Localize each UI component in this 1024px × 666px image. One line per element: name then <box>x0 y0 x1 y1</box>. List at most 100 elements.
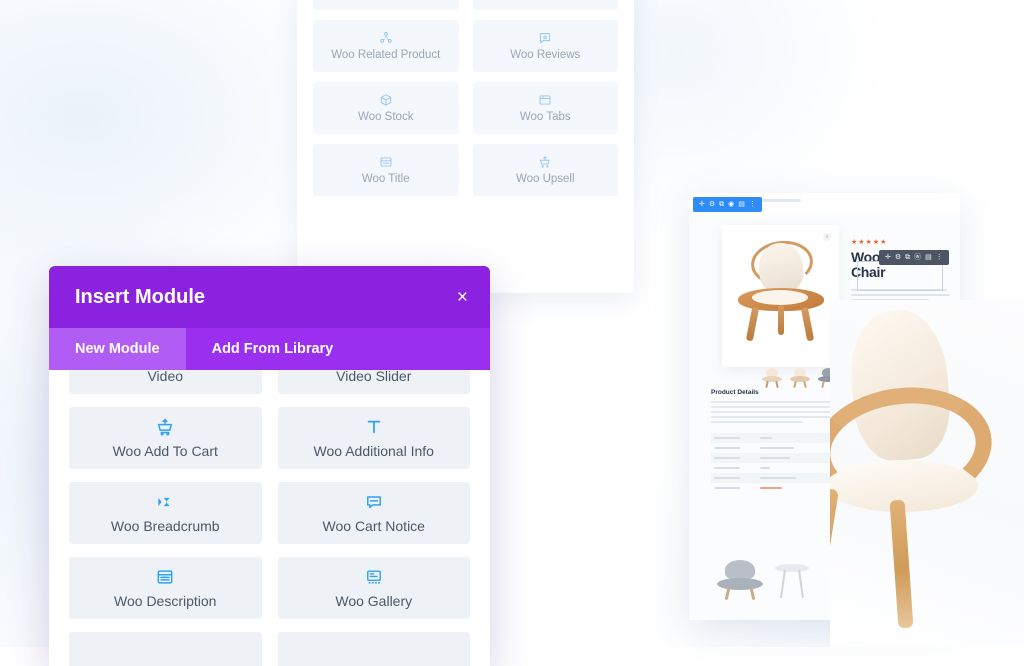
table-row <box>711 483 911 493</box>
product-rating: ★★★★★ <box>851 239 888 246</box>
preview-header-placeholder <box>761 199 801 202</box>
module-tile-woo-cart-notice[interactable]: Woo Cart Notice <box>277 482 470 544</box>
module-label: Woo Additional Info <box>313 443 434 459</box>
bg-module-tile-woo-stock[interactable]: Woo Stock <box>313 82 459 134</box>
module-label: Video Slider <box>336 370 412 384</box>
bg-module-label: Woo Upsell <box>515 173 575 185</box>
module-tile-woo-breadcrumb[interactable]: Woo Breadcrumb <box>69 482 262 544</box>
window-icon <box>538 93 552 107</box>
comment-icon <box>364 492 384 512</box>
gear-icon[interactable]: ⚙ <box>895 254 901 261</box>
module-tile-partial-left[interactable] <box>69 632 262 666</box>
dialog-tabs[interactable]: New Module Add From Library <box>49 328 490 370</box>
plus-icon[interactable]: ✛ <box>699 201 705 208</box>
module-label: Woo Cart Notice <box>322 518 425 534</box>
breadcrumb-icon <box>155 492 175 512</box>
comment-star-icon <box>538 31 552 45</box>
side-table-illustration <box>775 564 809 599</box>
app-canvas: Woo Images Woo Meta Woo Price <box>0 0 1024 666</box>
close-icon[interactable]: × <box>457 288 468 307</box>
thumbnail-3[interactable] <box>816 364 840 390</box>
module-tile-woo-additional-info[interactable]: Woo Additional Info <box>277 407 470 469</box>
bg-module-tile-woo-price[interactable]: Woo Price <box>313 0 459 10</box>
plus-icon[interactable]: ✛ <box>885 254 891 261</box>
module-tile-woo-add-to-cart[interactable]: Woo Add To Cart <box>69 407 262 469</box>
table-row <box>711 453 911 463</box>
text-block-icon <box>155 567 175 587</box>
module-tile-woo-description[interactable]: Woo Description <box>69 557 262 619</box>
cart-plus-icon <box>155 417 175 437</box>
module-label: Woo Breadcrumb <box>110 518 220 534</box>
add-to-cart-row[interactable]: ADD TO CART <box>851 369 951 385</box>
settings-circle-icon[interactable]: ◉ <box>728 201 734 208</box>
module-toolbar[interactable]: ✛ ⚙ ⧉ ⓦ ▤ ⋮ <box>879 250 949 265</box>
product-page-preview[interactable]: ✛ ⚙ ⧉ ◉ ▤ ⋮ ✛ ⚙ ⧉ ▦ ⓦ 🗑 ⋮ ⌕ <box>689 193 960 620</box>
kebab-icon[interactable]: ⋮ <box>936 254 943 261</box>
thumbnail-1[interactable] <box>760 364 784 390</box>
insert-module-dialog[interactable]: Insert Module × New Module Add From Libr… <box>49 266 490 666</box>
wand-icon[interactable]: ⓦ <box>914 254 921 261</box>
module-label: Video <box>147 370 184 384</box>
module-tile-video[interactable]: Video <box>69 370 262 394</box>
bg-module-label: Woo Related Product <box>331 49 441 61</box>
bg-module-tile-woo-title[interactable]: Woo Title <box>313 144 459 196</box>
bg-module-label: Woo Title <box>361 173 410 185</box>
option-1-select[interactable]: ▾ <box>880 334 951 345</box>
product-option-row-1[interactable]: ▾ <box>851 334 951 345</box>
share-nodes-icon <box>379 31 393 45</box>
title-decoration-frame <box>857 261 943 291</box>
module-label: Woo Gallery <box>335 593 413 609</box>
page-title: Insert Module <box>75 285 206 308</box>
duplicate-icon[interactable]: ⧉ <box>905 254 910 261</box>
kebab-icon[interactable]: ⋮ <box>749 201 756 208</box>
module-grid: Video Video Slider Woo Add To Cart Woo A… <box>69 370 470 666</box>
save-icon[interactable]: ▤ <box>925 254 932 261</box>
bg-module-tile-woo-upsell[interactable]: Woo Upsell <box>472 144 618 196</box>
text-t-icon <box>364 417 384 437</box>
add-to-cart-button[interactable]: ADD TO CART <box>869 369 951 385</box>
option-2-select[interactable]: ▾ <box>880 350 951 361</box>
thumbnail-2[interactable] <box>788 364 812 390</box>
background-module-grid: Woo Images Woo Meta Woo Price <box>313 0 618 196</box>
product-option-row-2[interactable]: ▾ <box>851 350 951 361</box>
table-row <box>711 463 911 473</box>
module-tile-video-slider[interactable]: Video Slider <box>277 370 470 394</box>
bg-module-tile-woo-tabs[interactable]: Woo Tabs <box>472 82 618 134</box>
product-details-section: Product Details <box>711 389 911 493</box>
module-label: Woo Description <box>114 593 217 609</box>
product-details-heading: Product Details <box>711 389 759 396</box>
module-tile-woo-gallery[interactable]: Woo Gallery <box>277 557 470 619</box>
quantity-stepper[interactable] <box>851 369 865 385</box>
product-price: £249.95 <box>851 319 880 329</box>
grey-chair-illustration <box>717 560 763 601</box>
product-spec-table <box>711 433 911 493</box>
module-tile-partial-right[interactable] <box>277 632 470 666</box>
table-row <box>711 443 911 453</box>
bg-module-tile-woo-related-product[interactable]: Woo Related Product <box>313 20 459 72</box>
bg-module-label: Woo Stock <box>358 111 414 123</box>
gallery-icon <box>364 567 384 587</box>
gear-icon[interactable]: ⚙ <box>709 201 715 208</box>
product-chair-illustration <box>732 237 830 342</box>
duplicate-icon[interactable]: ⧉ <box>719 201 724 208</box>
option-1-label <box>851 338 875 341</box>
option-2-label <box>851 354 875 357</box>
tab-new-module[interactable]: New Module <box>49 328 186 370</box>
dialog-header: Insert Module × <box>49 266 490 328</box>
module-label: Woo Add To Cart <box>112 443 218 459</box>
product-meta-row <box>851 308 951 311</box>
bg-module-label: Woo Reviews <box>510 49 581 61</box>
heading-block-icon <box>379 155 393 169</box>
section-toolbar[interactable]: ✛ ⚙ ⧉ ◉ ▤ ⋮ <box>693 197 762 212</box>
table-row <box>711 433 911 443</box>
lifestyle-scene <box>713 544 833 604</box>
bg-module-tile-woo-rating[interactable]: Woo Rating <box>472 0 618 10</box>
tab-add-from-library[interactable]: Add From Library <box>186 328 360 370</box>
product-hero-image-card[interactable]: ⌕ <box>722 225 866 389</box>
save-icon[interactable]: ▤ <box>738 201 745 208</box>
table-row <box>711 473 911 483</box>
magnifier-icon[interactable]: ⌕ <box>823 233 831 241</box>
cube-icon <box>379 93 393 107</box>
cart-up-icon <box>538 155 552 169</box>
bg-module-tile-woo-reviews[interactable]: Woo Reviews <box>472 20 618 72</box>
